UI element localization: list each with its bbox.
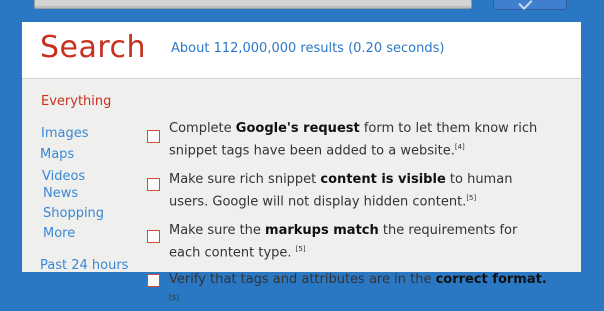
item-emphasis: content is visible bbox=[320, 172, 446, 187]
item-text: Complete bbox=[169, 121, 236, 136]
citation: [5] bbox=[466, 194, 477, 202]
search-button-icon bbox=[518, 0, 533, 10]
citation: [5] bbox=[169, 294, 179, 302]
item-emphasis: correct format. bbox=[435, 272, 547, 287]
results-body: Everything Images Maps Videos News Shopp… bbox=[22, 79, 581, 302]
list-item: Make sure the markups match the requirem… bbox=[169, 221, 549, 262]
page-title: Search bbox=[40, 30, 147, 65]
item-emphasis: markups match bbox=[265, 223, 379, 238]
citation: [5] bbox=[295, 245, 306, 253]
checkbox[interactable] bbox=[147, 230, 160, 243]
citation: [4] bbox=[454, 143, 465, 151]
checkbox[interactable] bbox=[147, 130, 160, 143]
item-text: Verify that tags and attributes are in t… bbox=[169, 272, 436, 287]
search-input[interactable] bbox=[34, 0, 472, 9]
sidebar-item-videos[interactable]: Videos bbox=[42, 169, 85, 184]
checkbox[interactable] bbox=[147, 274, 160, 287]
item-text: Make sure rich snippet bbox=[169, 172, 321, 187]
sidebar-item-everything[interactable]: Everything bbox=[41, 94, 111, 109]
results-header: Search About 112,000,000 results (0.20 s… bbox=[22, 22, 581, 79]
search-panel: Search About 112,000,000 results (0.20 s… bbox=[22, 22, 581, 302]
item-emphasis: Google's request bbox=[235, 121, 360, 136]
top-bar bbox=[0, 0, 604, 22]
sidebar-item-news[interactable]: News bbox=[43, 186, 78, 201]
sidebar-item-more[interactable]: More bbox=[43, 226, 75, 241]
item-text: Make sure the bbox=[169, 223, 266, 238]
sidebar-item-past-24-hours[interactable]: Past 24 hours bbox=[40, 258, 128, 273]
search-button[interactable] bbox=[493, 0, 567, 10]
results-count: About 112,000,000 results (0.20 seconds) bbox=[171, 41, 445, 56]
checkbox[interactable] bbox=[147, 178, 160, 191]
sidebar-item-maps[interactable]: Maps bbox=[40, 147, 74, 162]
list-item: Verify that tags and attributes are in t… bbox=[169, 270, 549, 311]
sidebar-item-images[interactable]: Images bbox=[41, 126, 89, 141]
sidebar-item-shopping[interactable]: Shopping bbox=[43, 206, 104, 221]
list-item: Complete Google's request form to let th… bbox=[169, 119, 549, 160]
list-item: Make sure rich snippet content is visibl… bbox=[169, 170, 549, 211]
